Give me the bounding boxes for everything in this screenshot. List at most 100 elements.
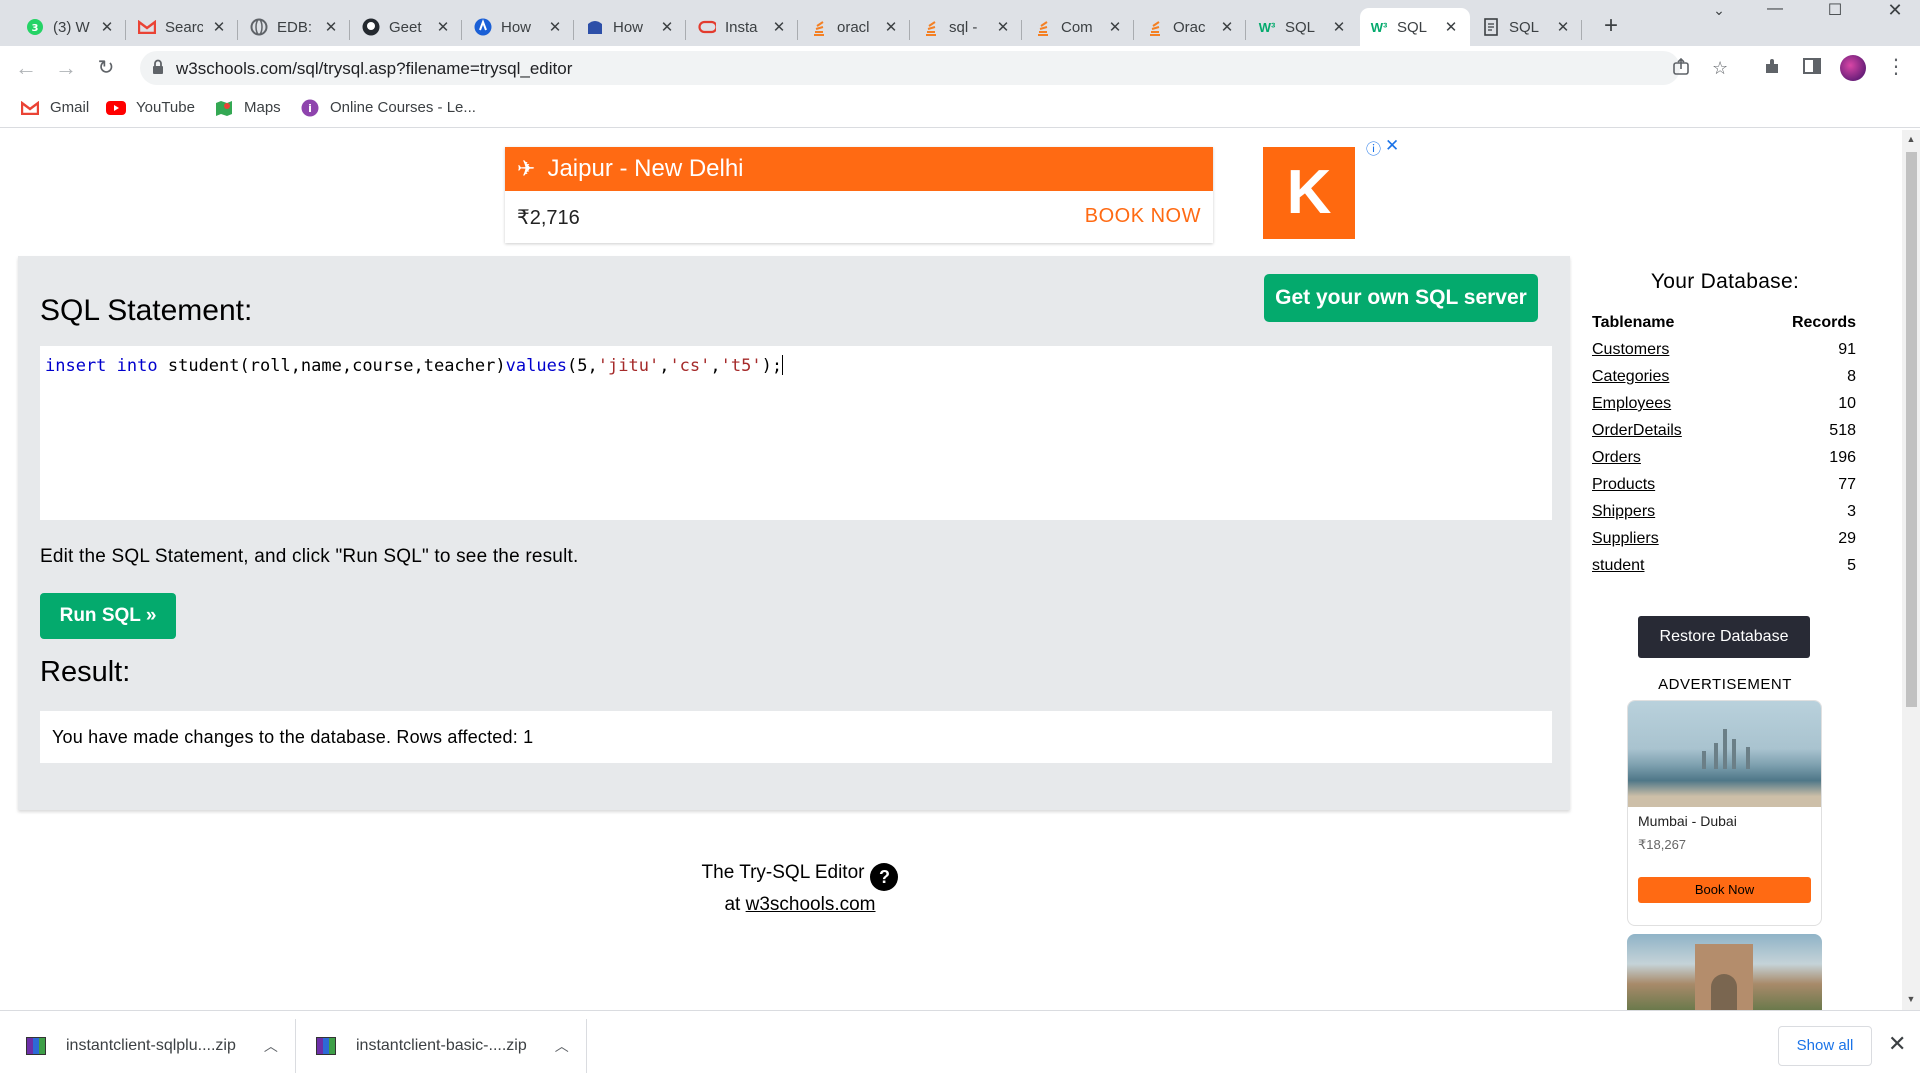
tab-oracle-insta[interactable]: Insta ✕	[688, 8, 798, 46]
run-sql-button[interactable]: Run SQL »	[40, 593, 176, 639]
tab-how-1[interactable]: How ✕	[464, 8, 574, 46]
india-gate-image[interactable]	[1627, 934, 1822, 1010]
tab-whatsapp[interactable]: 3 (3) W ✕	[16, 8, 126, 46]
tab-gmail[interactable]: Searc ✕	[128, 8, 238, 46]
tab-so-orac[interactable]: Orac ✕	[1136, 8, 1246, 46]
scrollbar-thumb[interactable]	[1906, 152, 1917, 707]
extensions-icon[interactable]	[1762, 56, 1782, 82]
close-icon[interactable]: ✕	[1106, 18, 1124, 36]
record-count: 91	[1838, 341, 1856, 358]
table-link-categories[interactable]: Categories	[1592, 368, 1669, 386]
bookmark-maps[interactable]: Maps	[214, 99, 281, 116]
tab-edb[interactable]: EDB: ✕	[240, 8, 350, 46]
browser-toolbar: ← → ↻ w3schools.com/sql/trysql.asp?filen…	[0, 46, 1920, 90]
forward-icon[interactable]: →	[52, 54, 80, 82]
address-bar[interactable]: w3schools.com/sql/trysql.asp?filename=tr…	[140, 51, 1728, 85]
col-records: Records	[1791, 314, 1856, 331]
footer-title: The Try-SQL Editor	[701, 862, 865, 883]
download-item[interactable]: instantclient-sqlplu....zip ︿	[26, 1011, 278, 1080]
close-icon[interactable]: ✕	[1330, 18, 1348, 36]
table-link-student[interactable]: student	[1592, 557, 1644, 575]
ad-close-icon[interactable]: ✕	[1385, 136, 1399, 156]
ad-info-icon[interactable]: ⓘ	[1366, 138, 1381, 159]
tab-doc-sql[interactable]: SQL ✕	[1472, 8, 1582, 46]
close-icon[interactable]: ✕	[210, 18, 228, 36]
sidebar-ad-card[interactable]: Mumbai - Dubai ₹18,267 Book Now	[1627, 700, 1822, 926]
table-link-orderdetails[interactable]: OrderDetails	[1592, 422, 1682, 440]
ad-book-now-button[interactable]: BOOK NOW	[1085, 205, 1201, 228]
tab-w3-sql-active[interactable]: W³ SQL ✕	[1360, 8, 1470, 46]
scroll-up-icon[interactable]: ▲	[1902, 134, 1920, 144]
scroll-down-icon[interactable]: ▼	[1902, 994, 1920, 1004]
gmail-icon	[20, 100, 40, 116]
page-scrollbar[interactable]: ▲ ▼	[1902, 130, 1920, 1010]
chevron-up-icon[interactable]: ︿	[264, 1036, 278, 1056]
close-icon[interactable]: ✕	[882, 18, 900, 36]
window-close-icon[interactable]: ✕	[1870, 0, 1920, 22]
record-count: 10	[1838, 395, 1856, 412]
close-icon[interactable]: ✕	[434, 18, 452, 36]
close-icon[interactable]: ✕	[1442, 18, 1460, 36]
flight-ad-banner[interactable]: ✈ Jaipur - New Delhi ₹2,716 BOOK NOW	[505, 147, 1213, 243]
ad-card-book-now-button[interactable]: Book Now	[1638, 877, 1811, 903]
table-link-products[interactable]: Products	[1592, 476, 1655, 494]
zip-file-icon	[316, 1037, 336, 1055]
tab-github[interactable]: Geet ✕	[352, 8, 462, 46]
download-item[interactable]: instantclient-basic-....zip ︿	[316, 1011, 569, 1080]
download-filename: instantclient-basic-....zip	[356, 1037, 527, 1054]
bookmark-youtube[interactable]: YouTube	[106, 99, 195, 116]
github-icon	[362, 18, 380, 36]
table-link-orders[interactable]: Orders	[1592, 449, 1641, 467]
chevron-up-icon[interactable]: ︿	[555, 1036, 569, 1056]
show-all-downloads-button[interactable]: Show all	[1778, 1026, 1872, 1066]
w3schools-link[interactable]: w3schools.com	[746, 894, 876, 915]
close-icon[interactable]: ✕	[546, 18, 564, 36]
record-count: 518	[1829, 422, 1856, 439]
youtube-icon	[106, 100, 126, 116]
ad-route: Jaipur - New Delhi	[547, 155, 744, 182]
tab-so-sql[interactable]: sql - ✕	[912, 8, 1022, 46]
close-icon[interactable]: ✕	[1554, 18, 1572, 36]
close-icon[interactable]: ✕	[98, 18, 116, 36]
result-box: You have made changes to the database. R…	[40, 711, 1552, 763]
help-icon[interactable]: ?	[870, 863, 899, 891]
close-icon[interactable]: ✕	[994, 18, 1012, 36]
tab-search-chevron-icon[interactable]: ⌄	[1694, 2, 1744, 24]
tab-w3-sql-1[interactable]: W³ SQL ✕	[1248, 8, 1358, 46]
bookmark-gmail[interactable]: Gmail	[20, 99, 89, 116]
side-panel-icon[interactable]	[1802, 56, 1822, 82]
profile-avatar[interactable]	[1840, 55, 1866, 81]
tab-so-oracl[interactable]: oracl ✕	[800, 8, 910, 46]
tab-how-2[interactable]: How ✕	[576, 8, 686, 46]
database-sidebar: Your Database: Tablename Records Custome…	[1590, 270, 1860, 1010]
tab-strip: 3 (3) W ✕ Searc ✕ EDB: ✕ Geet ✕ How ✕ Ho…	[0, 0, 1920, 46]
doc-icon	[1482, 18, 1500, 36]
sql-code-editor[interactable]: insert into student(roll,name,course,tea…	[40, 346, 1552, 520]
table-link-shippers[interactable]: Shippers	[1592, 503, 1655, 521]
svg-text:i: i	[308, 102, 312, 115]
close-icon[interactable]: ✕	[770, 18, 788, 36]
oracle-icon	[698, 18, 716, 36]
table-link-suppliers[interactable]: Suppliers	[1592, 530, 1659, 548]
close-shelf-icon[interactable]: ✕	[1888, 1031, 1906, 1057]
close-icon[interactable]: ✕	[322, 18, 340, 36]
back-icon[interactable]: ←	[12, 54, 40, 82]
reload-icon[interactable]: ↻	[92, 54, 120, 82]
menu-icon[interactable]: ⋮	[1886, 54, 1906, 79]
minimize-icon[interactable]: —	[1750, 0, 1800, 22]
maximize-icon[interactable]: ☐	[1810, 0, 1860, 22]
close-icon[interactable]: ✕	[1218, 18, 1236, 36]
record-count: 77	[1838, 476, 1856, 493]
stackoverflow-icon	[922, 18, 940, 36]
close-icon[interactable]: ✕	[658, 18, 676, 36]
share-icon[interactable]	[1672, 57, 1690, 81]
table-link-customers[interactable]: Customers	[1592, 341, 1669, 359]
tab-so-com[interactable]: Com ✕	[1024, 8, 1134, 46]
get-sql-server-button[interactable]: Get your own SQL server	[1264, 274, 1538, 322]
new-tab-button[interactable]: +	[1596, 12, 1626, 40]
restore-database-button[interactable]: Restore Database	[1638, 616, 1810, 658]
kayak-logo[interactable]: K	[1263, 147, 1355, 239]
bookmark-star-icon[interactable]: ☆	[1712, 58, 1728, 79]
table-link-employees[interactable]: Employees	[1592, 395, 1671, 413]
bookmark-online-courses[interactable]: i Online Courses - Le...	[300, 99, 476, 116]
